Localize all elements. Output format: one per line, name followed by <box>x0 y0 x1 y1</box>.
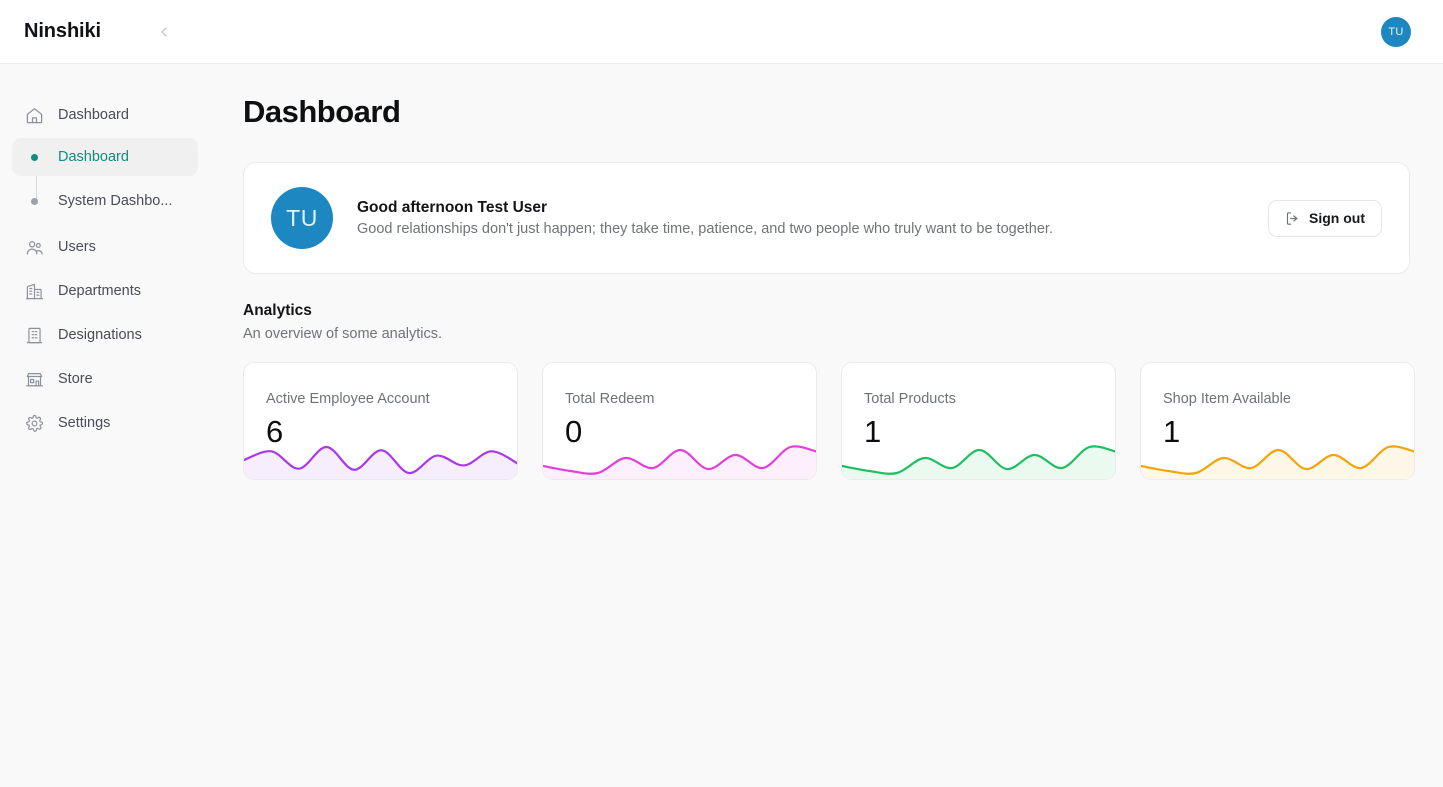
sparkline-chart <box>244 445 517 479</box>
sidebar-item-label: Departments <box>58 283 142 299</box>
sign-out-button[interactable]: Sign out <box>1268 199 1382 237</box>
greeting-quote: Good relationships don't just happen; th… <box>357 221 1053 237</box>
stat-card[interactable]: Total Redeem 0 <box>542 362 817 480</box>
home-icon <box>24 105 44 125</box>
stat-card-label: Shop Item Available <box>1163 391 1291 407</box>
app-brand: Ninshiki <box>24 20 101 42</box>
sidebar-item-label: Dashboard <box>58 149 129 165</box>
stat-card-label: Total Redeem <box>565 391 655 407</box>
office-icon <box>24 325 44 345</box>
sidebar-collapse-button[interactable] <box>151 19 177 45</box>
sidebar-item-users[interactable]: Users <box>12 230 198 264</box>
stat-card[interactable]: Active Employee Account 6 <box>243 362 518 480</box>
stat-card-label: Total Products <box>864 391 956 407</box>
stat-card[interactable]: Total Products 1 <box>841 362 1116 480</box>
sparkline-chart <box>543 445 816 479</box>
sidebar-item-label: Designations <box>58 327 142 343</box>
sidebar-item-label: Store <box>58 371 93 387</box>
sidebar-item-settings[interactable]: Settings <box>12 406 198 440</box>
greeting-text-block: Good afternoon Test User Good relationsh… <box>357 199 1268 237</box>
sidebar-item-label: Users <box>58 239 96 255</box>
avatar: TU <box>271 187 333 249</box>
main-content: Dashboard TU Good afternoon Test User Go… <box>210 65 1443 787</box>
page-title: Dashboard <box>243 94 401 129</box>
analytics-cards: Active Employee Account 6 Total Redeem 0… <box>243 362 1415 480</box>
greeting-card: TU Good afternoon Test User Good relatio… <box>243 162 1410 274</box>
sidebar-item-dashboard[interactable]: Dashboard <box>12 138 198 176</box>
dot-icon <box>24 191 44 211</box>
sidebar-item-store[interactable]: Store <box>12 362 198 396</box>
analytics-subtitle: An overview of some analytics. <box>243 326 443 342</box>
sidebar-subnav: Dashboard System Dashbo... <box>0 138 210 220</box>
analytics-title: Analytics <box>243 302 312 319</box>
sidebar-item-label: System Dashbo... <box>58 193 173 209</box>
stat-card-label: Active Employee Account <box>266 391 430 407</box>
sidebar-item-designations[interactable]: Designations <box>12 318 198 352</box>
sidebar: Dashboard Dashboard System Dashbo... Use… <box>0 65 210 787</box>
sidebar-item-system-dashboard[interactable]: System Dashbo... <box>12 182 198 220</box>
sign-out-label: Sign out <box>1309 210 1365 226</box>
building-icon <box>24 281 44 301</box>
dot-icon <box>24 147 44 167</box>
store-icon <box>24 369 44 389</box>
greeting-title: Good afternoon Test User <box>357 199 548 216</box>
gear-icon <box>24 413 44 433</box>
top-bar: Ninshiki TU <box>0 0 1443 64</box>
sidebar-item-label: Settings <box>58 415 111 431</box>
sidebar-item-departments[interactable]: Departments <box>12 274 198 308</box>
sidebar-item-label: Dashboard <box>58 107 129 123</box>
chevron-left-icon <box>161 26 167 37</box>
logout-icon <box>1285 211 1300 226</box>
users-icon <box>24 237 44 257</box>
sparkline-chart <box>842 445 1115 479</box>
stat-card[interactable]: Shop Item Available 1 <box>1140 362 1415 480</box>
sidebar-item-dashboard-group[interactable]: Dashboard <box>12 98 198 132</box>
sparkline-chart <box>1141 445 1414 479</box>
user-avatar-topbar[interactable]: TU <box>1381 16 1411 47</box>
